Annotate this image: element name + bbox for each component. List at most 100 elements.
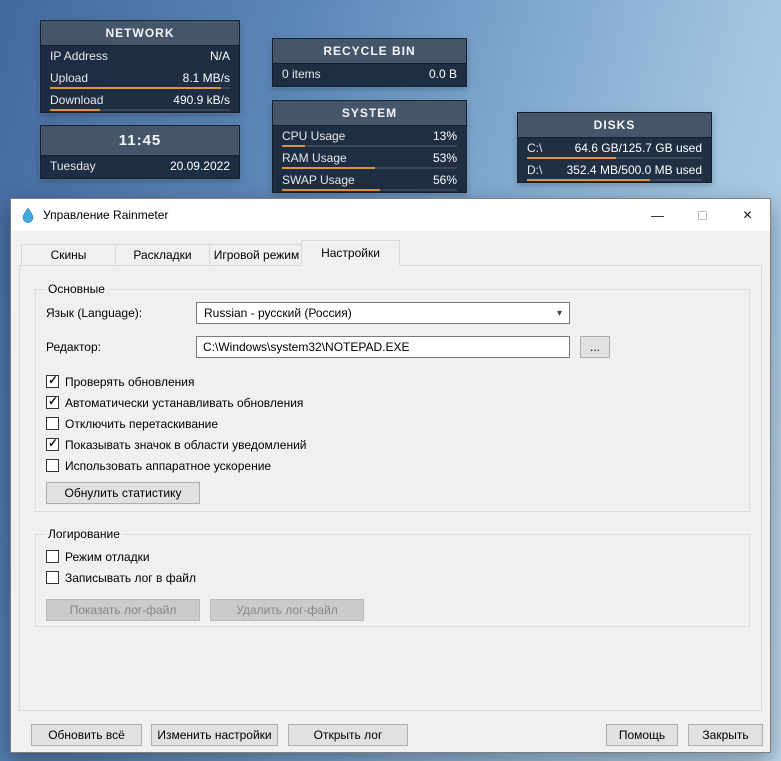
delete-log-file-button: Удалить лог-файл — [210, 599, 364, 621]
browse-button[interactable]: ... — [580, 336, 610, 358]
checkbox-check-updates[interactable]: Проверять обновления — [46, 371, 306, 392]
system-widget[interactable]: SYSTEM CPU Usage 13% RAM Usage 53% SWAP … — [272, 100, 467, 193]
chevron-down-icon: ▾ — [556, 307, 562, 319]
swap-meter-track — [282, 189, 457, 191]
row-label: Download — [50, 93, 104, 107]
checkbox-tray-icon[interactable]: Показывать значок в области уведомлений — [46, 434, 306, 455]
recycle-bin-widget[interactable]: RECYCLE BIN 0 items 0.0 B — [272, 38, 467, 87]
checkbox-label: Записывать лог в файл — [65, 570, 196, 585]
checkbox-hardware-acceleration[interactable]: Использовать аппаратное ускорение — [46, 455, 306, 476]
disks-row-d: D:\ 352.4 MB/500.0 MB used — [518, 160, 711, 182]
logging-group-title: Логирование — [44, 527, 124, 541]
close-window-button[interactable]: Закрыть — [688, 724, 763, 746]
row-value: 352.4 MB/500.0 MB used — [566, 163, 702, 177]
ram-meter-track — [282, 167, 457, 169]
maximize-icon — [698, 210, 707, 220]
language-selected-value: Russian - русский (Россия) — [204, 306, 352, 320]
log-buttons-row: Показать лог-файл Удалить лог-файл — [46, 599, 364, 621]
open-log-button[interactable]: Открыть лог — [288, 724, 408, 746]
maximize-button — [680, 199, 725, 231]
download-meter-fill — [50, 109, 101, 111]
row-label: SWAP Usage — [282, 173, 355, 187]
row-value: 8.1 MB/s — [182, 71, 230, 85]
upload-meter-track — [50, 87, 230, 89]
checkbox-box[interactable] — [46, 550, 59, 563]
checkbox-box[interactable] — [46, 373, 59, 388]
tab-settings[interactable]: Настройки — [301, 240, 400, 266]
download-meter-track — [50, 109, 230, 111]
settings-tab-panel: Основные Язык (Language): Russian - русс… — [19, 265, 762, 711]
row-value: N/A — [209, 49, 230, 63]
close-button[interactable]: ✕ — [725, 199, 770, 231]
clock-date-row: Tuesday 20.09.2022 — [41, 156, 239, 178]
checkbox-label: Отключить перетаскивание — [65, 416, 219, 431]
system-row-ram: RAM Usage 53% — [273, 148, 466, 170]
window-title: Управление Rainmeter — [43, 208, 169, 222]
checkbox-label: Показывать значок в области уведомлений — [65, 437, 307, 452]
language-label: Язык (Language): — [46, 306, 143, 320]
tab-game-mode[interactable]: Игровой режим — [209, 244, 304, 266]
checkbox-auto-install-updates[interactable]: Автоматически устанавливать обновления — [46, 392, 306, 413]
system-row-swap: SWAP Usage 56% — [273, 170, 466, 192]
row-label: CPU Usage — [282, 129, 346, 143]
refresh-all-button[interactable]: Обновить всё — [31, 724, 142, 746]
upload-meter-fill — [50, 87, 221, 89]
language-dropdown[interactable]: Russian - русский (Россия) ▾ — [196, 302, 570, 324]
general-group-title: Основные — [44, 282, 109, 296]
editor-path-input[interactable] — [196, 336, 570, 358]
row-value: 64.6 GB/125.7 GB used — [574, 141, 702, 155]
row-label: RAM Usage — [282, 151, 347, 165]
system-widget-title: SYSTEM — [273, 101, 466, 126]
network-row-upload: Upload 8.1 MB/s — [41, 68, 239, 90]
row-value: 56% — [432, 173, 457, 187]
logging-groupbox: Логирование Режим отладки Записывать лог… — [35, 527, 750, 627]
row-label: C:\ — [527, 141, 543, 155]
row-label: Upload — [50, 71, 89, 85]
titlebar[interactable]: Управление Rainmeter — ✕ — [11, 199, 770, 231]
network-widget[interactable]: NETWORK IP Address N/A Upload 8.1 MB/s D… — [40, 20, 240, 113]
disks-widget[interactable]: DISKS C:\ 64.6 GB/125.7 GB used D:\ 352.… — [517, 112, 712, 183]
checkbox-box[interactable] — [46, 394, 59, 409]
rainmeter-manager-window: Управление Rainmeter — ✕ Скины Раскладки… — [10, 198, 771, 753]
checkbox-label: Использовать аппаратное ускорение — [65, 458, 272, 473]
tab-skins[interactable]: Скины — [21, 244, 116, 266]
cpu-meter-track — [282, 145, 457, 147]
rainmeter-drop-icon — [20, 207, 36, 223]
clock-date: 20.09.2022 — [169, 159, 230, 173]
disk-c-meter-track — [527, 157, 702, 159]
checkbox-box[interactable] — [46, 459, 59, 472]
checkbox-log-to-file[interactable]: Записывать лог в файл — [46, 567, 196, 588]
checkbox-box[interactable] — [46, 571, 59, 584]
checkbox-label: Режим отладки — [65, 549, 150, 564]
clock-time: 11:45 — [41, 126, 239, 156]
tab-layouts[interactable]: Раскладки — [115, 244, 210, 266]
checkbox-label: Проверять обновления — [65, 374, 195, 389]
general-groupbox: Основные Язык (Language): Russian - русс… — [35, 282, 750, 512]
row-label: IP Address — [50, 49, 108, 63]
checkbox-box[interactable] — [46, 417, 59, 430]
reset-statistics-button[interactable]: Обнулить статистику — [46, 482, 200, 504]
ram-meter-fill — [282, 167, 375, 169]
recycle-bin-title: RECYCLE BIN — [273, 39, 466, 64]
checkbox-box[interactable] — [46, 436, 59, 451]
swap-meter-fill — [282, 189, 380, 191]
minimize-button[interactable]: — — [635, 199, 680, 231]
checkbox-label: Автоматически устанавливать обновления — [65, 395, 304, 410]
disks-widget-title: DISKS — [518, 113, 711, 138]
clock-day: Tuesday — [50, 159, 96, 173]
checkbox-debug-mode[interactable]: Режим отладки — [46, 546, 196, 567]
general-checkbox-list: Проверять обновления Автоматически устан… — [46, 371, 306, 476]
row-value: 53% — [432, 151, 457, 165]
checkbox-disable-dragging[interactable]: Отключить перетаскивание — [46, 413, 306, 434]
cpu-meter-fill — [282, 145, 305, 147]
recycle-size: 0.0 B — [428, 67, 457, 81]
edit-settings-button[interactable]: Изменить настройки — [151, 724, 278, 746]
desktop-background: NETWORK IP Address N/A Upload 8.1 MB/s D… — [0, 0, 781, 761]
recycle-bin-row: 0 items 0.0 B — [273, 64, 466, 86]
row-label: D:\ — [527, 163, 543, 177]
disk-c-meter-fill — [527, 157, 617, 159]
help-button[interactable]: Помощь — [606, 724, 678, 746]
network-row-ip: IP Address N/A — [41, 46, 239, 68]
clock-widget[interactable]: 11:45 Tuesday 20.09.2022 — [40, 125, 240, 179]
row-value: 13% — [432, 129, 457, 143]
